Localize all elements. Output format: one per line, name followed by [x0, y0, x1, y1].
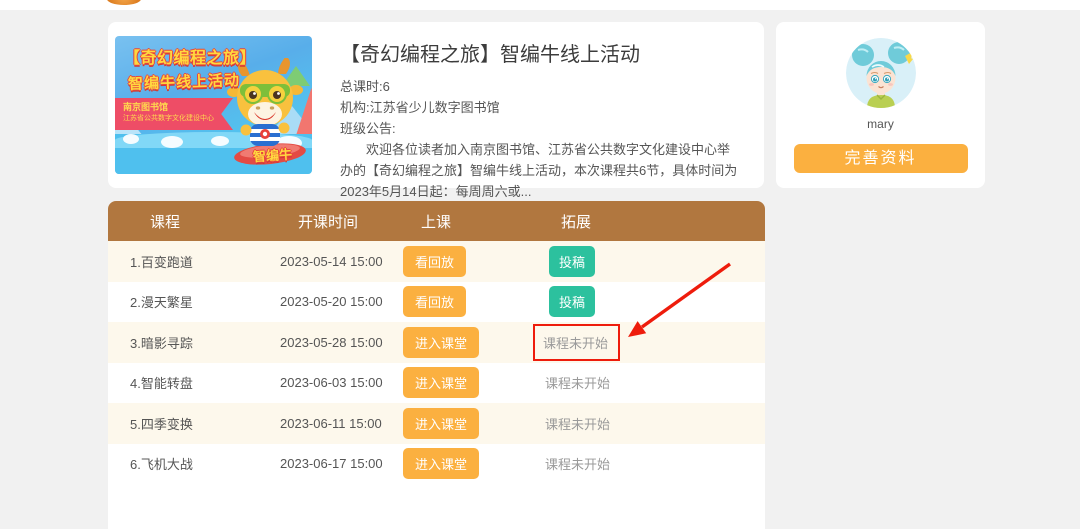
course-start-time: 2023-06-11 15:00	[280, 415, 382, 431]
column-header-start-time: 开课时间	[298, 213, 359, 231]
banner-ribbon-line1: 南京图书馆	[123, 102, 169, 112]
course-organization: 机构:江苏省少儿数字图书馆	[340, 100, 500, 115]
table-row: 5.四季变换 2023-06-11 15:00 进入课堂 课程未开始	[108, 403, 765, 444]
banner-foam-icon	[123, 134, 139, 144]
course-status-highlighted: 课程未开始	[533, 323, 621, 361]
course-announcement-text: 欢迎各位读者加入南京图书馆、江苏省公共数字文化建设中心举办的【奇幻编程之旅】智编…	[340, 142, 738, 199]
attend-button[interactable]: 进入课堂	[403, 448, 480, 480]
table-header-row: 课程 开课时间 上课 拓展	[108, 201, 765, 241]
attend-button[interactable]: 看回放	[403, 286, 467, 318]
table-row: 3.暗影寻踪 2023-05-28 15:00 进入课堂 课程未开始	[108, 322, 765, 363]
course-name: 4.智能转盘	[130, 376, 193, 392]
column-header-extension: 拓展	[561, 213, 592, 231]
course-table: 课程 开课时间 上课 拓展 1.百变跑道 2023-05-14 15:00 看回…	[108, 201, 765, 529]
course-banner-image: 【奇幻编程之旅】 智编牛线上活动 南京图书馆 江苏省公共数字文化建设中心 智编牛	[115, 36, 312, 174]
course-status: 课程未开始	[545, 376, 611, 392]
course-name: 6.飞机大战	[130, 457, 193, 473]
course-name: 5.四季变换	[130, 416, 193, 432]
banner-title-line1: 【奇幻编程之旅】	[124, 50, 257, 67]
banner-ribbon: 南京图书馆 江苏省公共数字文化建设中心	[115, 98, 233, 130]
banner-title-line2: 智编牛线上活动	[127, 72, 241, 93]
table-body: 1.百变跑道 2023-05-14 15:00 看回放 投稿 2.漫天繁星 20…	[108, 241, 765, 484]
attend-button[interactable]: 进入课堂	[403, 367, 480, 399]
course-name: 3.暗影寻踪	[130, 335, 193, 351]
course-start-time: 2023-06-17 15:00	[280, 456, 383, 472]
submit-work-button[interactable]: 投稿	[549, 286, 596, 318]
table-row: 4.智能转盘 2023-06-03 15:00 进入课堂 课程未开始	[108, 362, 765, 403]
course-start-time: 2023-05-14 15:00	[280, 253, 383, 269]
attend-button[interactable]: 看回放	[403, 245, 467, 277]
course-start-time: 2023-06-03 15:00	[280, 375, 383, 391]
complete-profile-button[interactable]: 完善资料	[793, 144, 968, 173]
course-announcement-label: 班级公告:	[340, 121, 396, 136]
avatar	[845, 38, 916, 108]
table-row: 6.飞机大战 2023-06-17 15:00 进入课堂 课程未开始	[108, 443, 765, 484]
column-header-course: 课程	[150, 213, 181, 231]
table-row: 2.漫天繁星 2023-05-20 15:00 看回放 投稿	[108, 281, 765, 322]
course-title: 【奇幻编程之旅】智编牛线上活动	[340, 44, 640, 66]
attend-button[interactable]: 进入课堂	[403, 326, 480, 358]
course-status: 课程未开始	[545, 457, 611, 473]
course-start-time: 2023-05-20 15:00	[280, 294, 383, 310]
table-row: 1.百变跑道 2023-05-14 15:00 看回放 投稿	[108, 241, 765, 282]
course-total-lessons: 总课时:6	[340, 79, 390, 94]
attend-button[interactable]: 进入课堂	[403, 407, 480, 439]
course-header-card: 【奇幻编程之旅】 智编牛线上活动 南京图书馆 江苏省公共数字文化建设中心 智编牛…	[108, 22, 764, 220]
banner-foam-icon	[161, 136, 183, 148]
course-status: 课程未开始	[545, 416, 611, 432]
column-header-attend: 上课	[421, 213, 452, 231]
banner-ribbon-line2: 江苏省公共数字文化建设中心	[123, 115, 214, 122]
profile-card: mary 完善资料	[776, 22, 985, 188]
banner-mascot-label: 智编牛	[252, 146, 293, 165]
course-name: 1.百变跑道	[130, 254, 193, 270]
top-bar	[0, 0, 1080, 10]
course-info: 【奇幻编程之旅】智编牛线上活动 总课时:6 机构:江苏省少儿数字图书馆 班级公告…	[340, 22, 740, 220]
course-name: 2.漫天繁星	[130, 295, 193, 311]
submit-work-button[interactable]: 投稿	[549, 245, 596, 277]
profile-username: mary	[867, 117, 894, 131]
course-start-time: 2023-05-28 15:00	[280, 334, 383, 350]
